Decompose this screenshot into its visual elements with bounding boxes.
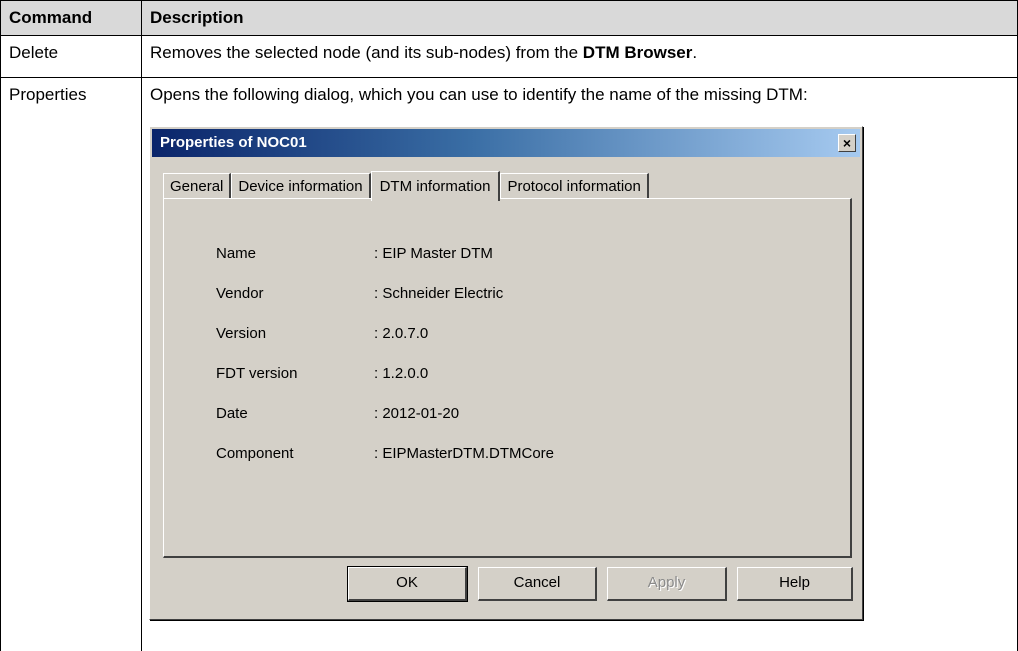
close-button[interactable]: × [838, 134, 856, 152]
info-label: Vendor [216, 285, 264, 302]
info-label: Version [216, 325, 267, 342]
cancel-button[interactable]: Cancel [478, 567, 597, 601]
tab-strip: General Device information DTM informati… [163, 171, 649, 201]
apply-button[interactable]: Apply [607, 567, 727, 601]
info-label: Component [216, 445, 294, 462]
properties-dialog: Properties of NOC01 × General Device inf… [149, 126, 863, 620]
info-label: FDT version [216, 365, 298, 382]
tab-dtm-information[interactable]: DTM information [370, 171, 501, 201]
info-value: : EIP Master DTM [374, 245, 493, 262]
info-value: : 2012-01-20 [374, 405, 460, 422]
dtm-browser-term: DTM Browser [582, 43, 693, 62]
dtm-information-panel: Name : EIP Master DTM Vendor : Schneider… [163, 198, 852, 558]
description-delete-text: Removes the selected node (and its sub-n… [150, 43, 583, 62]
tab-general[interactable]: General [163, 173, 232, 199]
ok-button[interactable]: OK [347, 566, 468, 602]
header-command: Command [0, 0, 142, 36]
info-value: : 2.0.7.0 [374, 325, 429, 342]
info-label: Name [216, 245, 257, 262]
command-delete: Delete [0, 35, 142, 78]
dialog-titlebar[interactable]: Properties of NOC01 × [152, 129, 860, 157]
info-label: Date [216, 405, 248, 422]
command-properties: Properties [0, 77, 142, 651]
description-delete: Removes the selected node (and its sub-n… [141, 35, 1018, 78]
info-value: : Schneider Electric [374, 285, 504, 302]
info-value: : EIPMasterDTM.DTMCore [374, 445, 555, 462]
tab-device-information[interactable]: Device information [231, 173, 371, 199]
description-delete-end: . [692, 43, 698, 62]
tab-protocol-information[interactable]: Protocol information [500, 173, 649, 199]
help-button[interactable]: Help [737, 567, 853, 601]
dialog-title: Properties of NOC01 [160, 134, 307, 151]
info-value: : 1.2.0.0 [374, 365, 429, 382]
close-icon: × [842, 135, 852, 151]
header-description: Description [141, 0, 1018, 36]
